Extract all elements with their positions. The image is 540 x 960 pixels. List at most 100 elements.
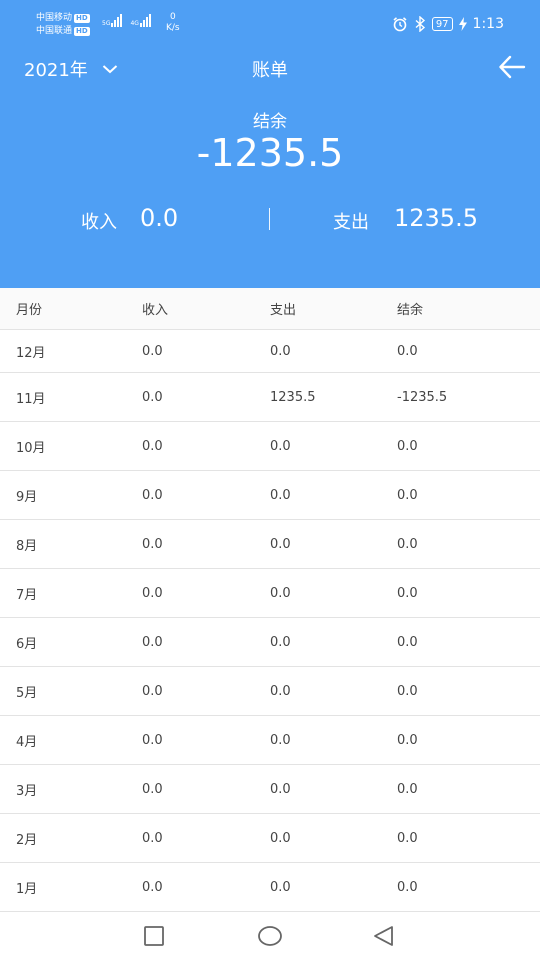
month-cell: 2月 — [16, 832, 38, 848]
title-bar: 2021年 账单 — [0, 48, 540, 88]
income-value: 0.0 — [140, 204, 179, 232]
balance-cell: 0.0 — [397, 585, 418, 601]
expense-cell: 0.0 — [270, 879, 291, 895]
table-row[interactable]: 2月 0.0 0.0 0.0 — [0, 814, 540, 863]
income-cell: 0.0 — [142, 683, 163, 699]
table-row[interactable]: 6月 0.0 0.0 0.0 — [0, 618, 540, 667]
month-cell: 8月 — [16, 538, 38, 554]
balance-cell: 0.0 — [397, 343, 418, 359]
income-cell: 0.0 — [142, 343, 163, 359]
alarm-icon — [393, 17, 407, 32]
month-cell: 9月 — [16, 489, 38, 505]
table-header: 月份 收入 支出 结余 — [0, 288, 540, 330]
balance-cell: -1235.5 — [397, 389, 448, 405]
status-right: 97 1:13 — [392, 16, 504, 32]
income-label: 收入 — [81, 212, 117, 233]
expense-cell: 0.0 — [270, 438, 291, 454]
month-cell: 3月 — [16, 783, 38, 799]
month-cell: 11月 — [16, 391, 46, 407]
table-row[interactable]: 8月 0.0 0.0 0.0 — [0, 520, 540, 569]
back-arrow-icon[interactable] — [498, 54, 526, 80]
balance-cell: 0.0 — [397, 634, 418, 650]
balance-cell: 0.0 — [397, 438, 418, 454]
income-cell: 0.0 — [142, 879, 163, 895]
balance-cell: 0.0 — [397, 487, 418, 503]
clock: 1:13 — [472, 16, 504, 32]
table-row[interactable]: 12月 0.0 0.0 0.0 — [0, 330, 540, 373]
expense-label: 支出 — [333, 212, 369, 233]
expense-cell: 0.0 — [270, 830, 291, 846]
balance-cell: 0.0 — [397, 830, 418, 846]
expense-cell: 0.0 — [270, 781, 291, 797]
income-cell: 0.0 — [142, 536, 163, 552]
table-row[interactable]: 11月 0.0 1235.5 -1235.5 — [0, 373, 540, 422]
table-row[interactable]: 4月 0.0 0.0 0.0 — [0, 716, 540, 765]
balance-value: -1235.5 — [196, 131, 344, 175]
carrier-info: 中国移动 HD 中国联通 HD — [36, 12, 90, 38]
balance-cell: 0.0 — [397, 781, 418, 797]
battery-icon: 97 — [431, 17, 453, 31]
net-speed-value: 0 — [169, 12, 176, 22]
income-cell: 0.0 — [142, 389, 163, 405]
signal-4g-icon: 4G — [130, 14, 151, 27]
home-circle-icon[interactable] — [256, 924, 284, 948]
recent-apps-square-icon[interactable] — [142, 924, 166, 948]
expense-cell: 0.0 — [270, 732, 291, 748]
carrier-2: 中国联通 — [36, 26, 73, 36]
month-cell: 7月 — [16, 587, 38, 603]
income-cell: 0.0 — [142, 732, 163, 748]
month-cell: 5月 — [16, 685, 38, 701]
expense-cell: 0.0 — [270, 536, 291, 552]
expense-cell: 0.0 — [270, 683, 291, 699]
summary-divider — [269, 208, 270, 230]
income-cell: 0.0 — [142, 438, 163, 454]
table-row[interactable]: 10月 0.0 0.0 0.0 — [0, 422, 540, 471]
balance-label: 结余 — [253, 112, 287, 132]
system-nav-bar — [0, 912, 540, 960]
expense-cell: 0.0 — [270, 343, 291, 359]
month-cell: 6月 — [16, 636, 38, 652]
column-header-income: 收入 — [142, 303, 169, 318]
income-cell: 0.0 — [142, 585, 163, 601]
balance-cell: 0.0 — [397, 879, 418, 895]
charging-icon — [458, 17, 467, 31]
signal-indicators: 5G 4G — [102, 14, 151, 27]
table-row[interactable]: 9月 0.0 0.0 0.0 — [0, 471, 540, 520]
table-row[interactable]: 1月 0.0 0.0 0.0 — [0, 863, 540, 912]
expense-cell: 0.0 — [270, 487, 291, 503]
expense-value: 1235.5 — [394, 204, 478, 232]
balance-cell: 0.0 — [397, 536, 418, 552]
expense-cell: 0.0 — [270, 634, 291, 650]
status-bar: 中国移动 HD 中国联通 HD 5G 4G 0 K/s 97 1:13 — [0, 0, 540, 44]
summary-header: 中国移动 HD 中国联通 HD 5G 4G 0 K/s 97 1:13 2021… — [0, 0, 540, 288]
column-header-month: 月份 — [16, 303, 43, 318]
back-triangle-icon[interactable] — [372, 924, 396, 948]
income-cell: 0.0 — [142, 634, 163, 650]
hd-badge: HD — [74, 14, 90, 23]
month-cell: 4月 — [16, 734, 38, 750]
net-speed: 0 K/s — [166, 12, 180, 34]
column-header-expense: 支出 — [270, 303, 297, 318]
expense-cell: 1235.5 — [270, 389, 316, 405]
expense-cell: 0.0 — [270, 585, 291, 601]
signal-5g-label: 5G — [102, 20, 111, 27]
income-cell: 0.0 — [142, 487, 163, 503]
table-row[interactable]: 7月 0.0 0.0 0.0 — [0, 569, 540, 618]
balance-cell: 0.0 — [397, 683, 418, 699]
table-row[interactable]: 5月 0.0 0.0 0.0 — [0, 667, 540, 716]
bluetooth-icon — [415, 16, 425, 32]
balance-cell: 0.0 — [397, 732, 418, 748]
monthly-table: 月份 收入 支出 结余 12月 0.0 0.0 0.0 11月 0.0 1235… — [0, 288, 540, 912]
table-row[interactable]: 3月 0.0 0.0 0.0 — [0, 765, 540, 814]
page-title: 账单 — [252, 60, 288, 81]
signal-5g-icon: 5G — [102, 14, 123, 27]
month-cell: 10月 — [16, 440, 46, 456]
hd-badge: HD — [74, 27, 90, 36]
signal-4g-label: 4G — [130, 20, 139, 27]
income-cell: 0.0 — [142, 830, 163, 846]
month-cell: 12月 — [16, 345, 46, 361]
carrier-1: 中国移动 — [36, 13, 73, 23]
net-speed-unit: K/s — [166, 23, 180, 33]
month-cell: 1月 — [16, 881, 38, 897]
income-cell: 0.0 — [142, 781, 163, 797]
